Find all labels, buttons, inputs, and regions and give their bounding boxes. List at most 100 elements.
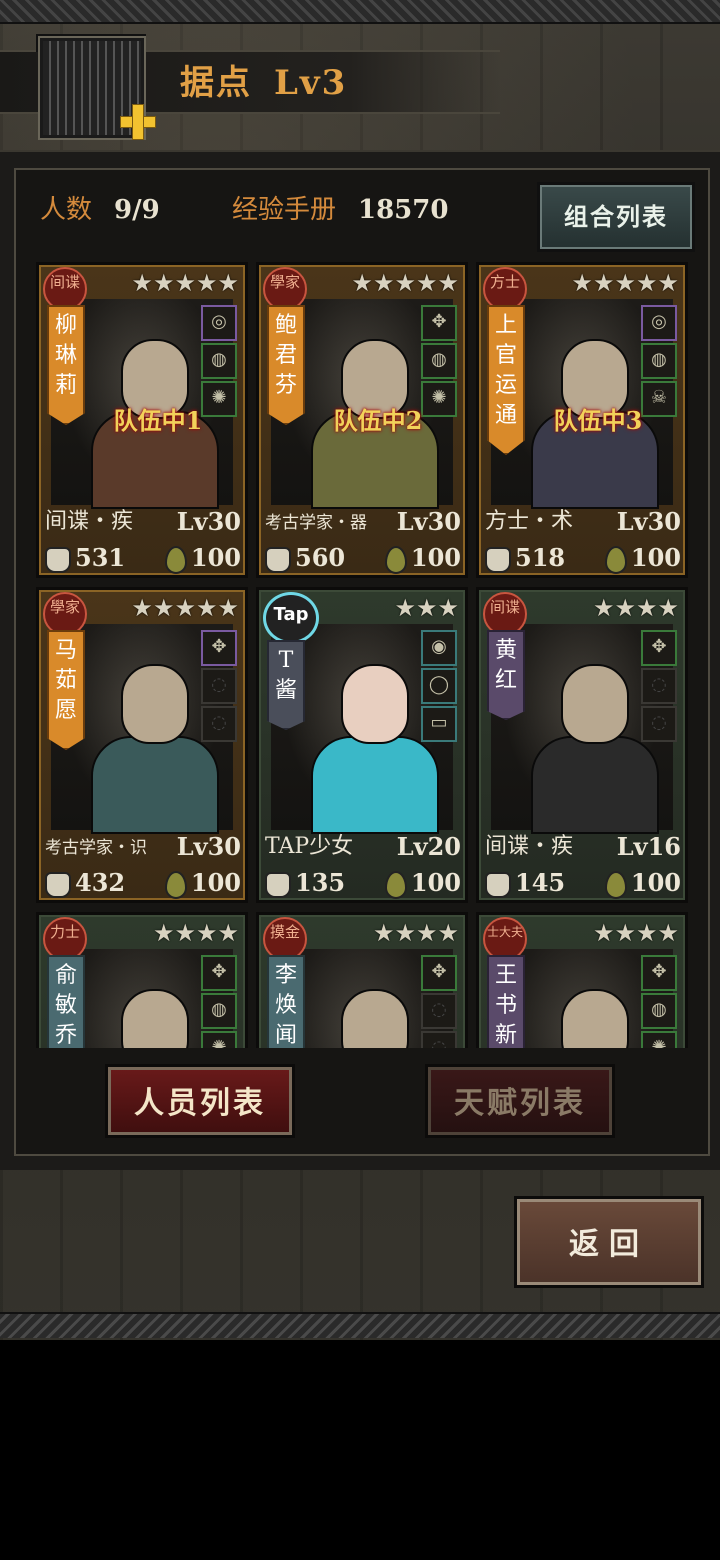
fist-icon bbox=[265, 546, 291, 573]
headcount-value: 9/9 bbox=[114, 195, 160, 225]
name-text: 马茹愿 bbox=[54, 638, 77, 723]
name-text: T酱 bbox=[274, 648, 297, 703]
fist-icon bbox=[45, 871, 71, 898]
bug-icon[interactable]: ✥ bbox=[201, 955, 237, 991]
armor-icon[interactable]: ◍ bbox=[201, 993, 237, 1029]
bug-icon[interactable]: ✥ bbox=[641, 630, 677, 666]
power-stat: 518 bbox=[485, 541, 565, 575]
power-value: 531 bbox=[75, 543, 126, 572]
bug-icon[interactable]: ✥ bbox=[641, 955, 677, 991]
class-badge: 力士 bbox=[43, 917, 87, 961]
armor-icon[interactable]: ◍ bbox=[421, 343, 457, 379]
stamina-stat: 100 bbox=[164, 541, 241, 575]
character-level: Lv30 bbox=[176, 507, 241, 536]
stamina-value: 100 bbox=[630, 543, 681, 572]
power-stat: 560 bbox=[265, 541, 345, 575]
rarity-stars: ★★★★ bbox=[592, 919, 679, 947]
rarity-stars: ★★★★★ bbox=[131, 594, 239, 622]
manual-value: 18570 bbox=[358, 195, 449, 225]
fist-icon bbox=[45, 546, 71, 573]
character-grid[interactable]: 间谍 ★★★★★ 柳琳莉 ◎ ◍ ✺ 队伍中1 间谍・疾 Lv30 531 10… bbox=[30, 260, 695, 1048]
character-card[interactable]: 间谍 ★★★★★ 柳琳莉 ◎ ◍ ✺ 队伍中1 间谍・疾 Lv30 531 10… bbox=[36, 262, 248, 578]
bug-icon[interactable]: ✥ bbox=[201, 630, 237, 666]
team-tag bbox=[523, 726, 673, 766]
stamina-stat: 100 bbox=[384, 866, 461, 900]
class-label: 间谍・疾 bbox=[45, 509, 134, 534]
bug-icon[interactable]: ✥ bbox=[421, 955, 457, 991]
name-text: 鲍君芬 bbox=[274, 313, 297, 398]
page-title: 据点 Lv3 bbox=[180, 58, 347, 108]
character-name: 马茹愿 bbox=[47, 630, 85, 750]
character-name: T酱 bbox=[267, 640, 305, 730]
character-card[interactable]: Tap ★★★ T酱 ◉ ◯ ▭ TAP少女 Lv20 135 100 bbox=[256, 587, 468, 903]
stamina-value: 100 bbox=[410, 543, 461, 572]
drop-icon bbox=[604, 545, 627, 574]
empty-armor-slot-icon[interactable]: ◌ bbox=[201, 668, 237, 704]
bracelet-icon[interactable]: ◯ bbox=[421, 668, 457, 704]
power-value: 432 bbox=[75, 868, 126, 897]
name-text: 上官运通 bbox=[494, 313, 517, 428]
fist-icon bbox=[485, 871, 511, 898]
ring-icon[interactable]: ◎ bbox=[201, 305, 237, 341]
stat-row: 560 100 bbox=[265, 541, 461, 575]
power-stat: 145 bbox=[485, 866, 565, 900]
rarity-stars: ★★★★★ bbox=[571, 269, 679, 297]
rarity-stars: ★★★★ bbox=[372, 919, 459, 947]
character-card[interactable]: 间谍 ★★★★ 黄红 ✥ ◌ ◌ 间谍・疾 Lv16 145 100 bbox=[476, 587, 688, 903]
portrait-head bbox=[561, 989, 629, 1048]
character-level: Lv30 bbox=[396, 507, 461, 536]
stamina-stat: 100 bbox=[604, 541, 681, 575]
coin-icon[interactable]: ◉ bbox=[421, 630, 457, 666]
stamina-stat: 100 bbox=[164, 866, 241, 900]
power-stat: 135 bbox=[265, 866, 345, 900]
title-text: 据点 bbox=[180, 63, 252, 103]
charm-icon[interactable]: ✺ bbox=[201, 1031, 237, 1048]
tab-personnel-list[interactable]: 人员列表 bbox=[105, 1064, 295, 1138]
character-card[interactable]: 力士 ★★★★ 俞敏乔 ✥ ◍ ✺ bbox=[36, 912, 248, 1048]
drop-icon bbox=[164, 545, 187, 574]
class-badge: 摸金 bbox=[263, 917, 307, 961]
character-level: Lv20 bbox=[396, 832, 461, 861]
armor-icon[interactable]: ◍ bbox=[641, 343, 677, 379]
class-label: 考古学家・器 bbox=[265, 513, 367, 533]
rarity-stars: ★★★ bbox=[394, 594, 459, 622]
character-card[interactable]: 士大夫 ★★★★ 王书新 ✥ ◍ ✺ bbox=[476, 912, 688, 1048]
class-badge: 间谍 bbox=[43, 267, 87, 311]
armor-icon[interactable]: ◍ bbox=[641, 993, 677, 1029]
stat-row: 135 100 bbox=[265, 866, 461, 900]
manual-label: 经验手册 bbox=[232, 195, 337, 225]
character-card[interactable]: 方士 ★★★★★ 上官运通 ◎ ◍ ☠ 队伍中3 方士・术 Lv30 518 1… bbox=[476, 262, 688, 578]
tab-talent-list[interactable]: 天赋列表 bbox=[425, 1064, 615, 1138]
class-label: TAP少女 bbox=[265, 834, 354, 859]
drop-icon bbox=[164, 870, 187, 899]
ring-icon[interactable]: ◎ bbox=[641, 305, 677, 341]
drop-icon bbox=[604, 870, 627, 899]
combo-list-button[interactable]: 组合列表 bbox=[537, 182, 695, 252]
rarity-stars: ★★★★ bbox=[152, 919, 239, 947]
character-card[interactable]: 學家 ★★★★★ 马茹愿 ✥ ◌ ◌ 考古学家・识 Lv30 432 100 bbox=[36, 587, 248, 903]
class-badge: 间谍 bbox=[483, 592, 527, 636]
stamina-value: 100 bbox=[190, 868, 241, 897]
name-text: 俞敏乔 bbox=[54, 963, 77, 1048]
bug-icon[interactable]: ✥ bbox=[421, 305, 457, 341]
class-level-row: TAP少女 Lv20 bbox=[265, 830, 461, 864]
charm-icon[interactable]: ✺ bbox=[641, 1031, 677, 1048]
empty-armor-slot-icon[interactable]: ◌ bbox=[421, 993, 457, 1029]
armor-icon[interactable]: ◍ bbox=[201, 343, 237, 379]
portrait-head bbox=[341, 989, 409, 1048]
character-level: Lv30 bbox=[176, 832, 241, 861]
class-level-row: 考古学家・器 Lv30 bbox=[265, 505, 461, 539]
empty-charm-slot-icon[interactable]: ◌ bbox=[421, 1031, 457, 1048]
character-card[interactable]: 學家 ★★★★★ 鲍君芬 ✥ ◍ ✺ 队伍中2 考古学家・器 Lv30 560 … bbox=[256, 262, 468, 578]
drop-icon bbox=[384, 870, 407, 899]
name-text: 黄红 bbox=[494, 638, 517, 693]
team-tag: 队伍中1 bbox=[113, 406, 203, 435]
back-button[interactable]: 返回 bbox=[514, 1196, 704, 1288]
class-level-row: 考古学家・识 Lv30 bbox=[45, 830, 241, 864]
character-card[interactable]: 摸金 ★★★★ 李焕闻 ✥ ◌ ◌ bbox=[256, 912, 468, 1048]
character-name: 俞敏乔 bbox=[47, 955, 85, 1048]
empty-armor-slot-icon[interactable]: ◌ bbox=[641, 668, 677, 704]
class-badge: 學家 bbox=[263, 267, 307, 311]
character-level: Lv30 bbox=[616, 507, 681, 536]
upgrade-plus-icon[interactable] bbox=[120, 104, 156, 140]
